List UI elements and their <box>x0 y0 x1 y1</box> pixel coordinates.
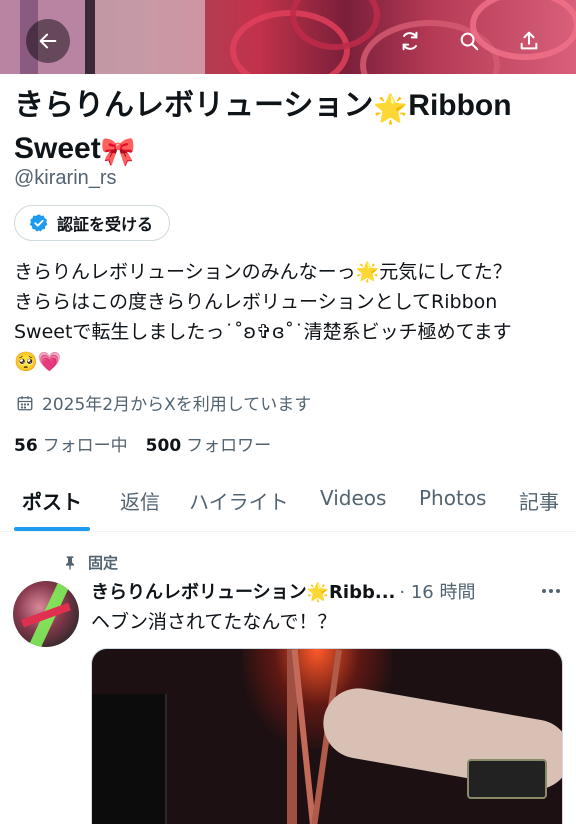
profile-handle: @kirarin_rs <box>14 167 117 189</box>
image-detail <box>467 759 547 799</box>
follow-stats: 56 フォロー中 500 フォロワー <box>14 431 271 456</box>
active-tab-indicator <box>14 527 90 531</box>
arrow-left-icon <box>39 33 57 49</box>
profile-tabs: ポスト 返信 ハイライト Videos Photos 記事 <box>0 474 576 532</box>
following-label: フォロー中 <box>42 436 128 456</box>
followers-label: フォロワー <box>186 436 272 456</box>
banner-decoration <box>95 0 205 74</box>
calendar-icon <box>17 395 33 410</box>
joined-date: 2025年2月からXを利用しています <box>16 390 311 415</box>
get-verified-button[interactable]: 認証を受ける <box>14 205 171 241</box>
search-button[interactable] <box>447 19 491 63</box>
post-image[interactable] <box>91 648 563 824</box>
profile-name-text: きらりんレボリューション <box>14 89 374 122</box>
avatar[interactable] <box>13 581 79 647</box>
tab-replies[interactable]: 返信 <box>120 486 160 515</box>
followers-link[interactable]: 500 フォロワー <box>146 431 272 456</box>
joined-date-text: 2025年2月からXを利用しています <box>42 395 312 415</box>
search-icon <box>460 32 479 51</box>
image-detail <box>92 694 167 824</box>
get-verified-label: 認証を受ける <box>57 215 154 234</box>
pin-icon <box>66 555 74 570</box>
post-text: ヘブン消されてたなんで！？ <box>91 611 337 633</box>
refresh-button[interactable] <box>388 19 432 63</box>
star-emoji: 🌟 <box>373 93 409 124</box>
share-button[interactable] <box>507 19 551 63</box>
bio-line: 🥺💗 <box>14 351 62 373</box>
pinned-indicator: 固定 <box>62 552 118 573</box>
followers-count: 500 <box>145 436 182 456</box>
post-header: きらりんレボリューション🌟Ribb... · 16 時間 <box>91 578 571 604</box>
post-timestamp[interactable]: · 16 時間 <box>399 578 475 604</box>
following-count: 56 <box>14 436 38 456</box>
following-link[interactable]: 56 フォロー中 <box>14 431 128 456</box>
profile-name: きらりんレボリューション🌟Ribbon Sweet🎀 <box>14 86 564 172</box>
tab-articles[interactable]: 記事 <box>519 486 559 515</box>
profile-bio: きらりんレボリューションのみんなーっ🌟元気にしてた？ きららはこの度きらりんレボ… <box>14 257 569 377</box>
ribbon-emoji: 🎀 <box>100 136 136 167</box>
back-button[interactable] <box>26 19 70 63</box>
tab-highlights[interactable]: ハイライト <box>189 486 289 515</box>
tab-photos[interactable]: Photos <box>419 486 486 510</box>
pinned-label: 固定 <box>88 554 119 572</box>
bio-line: きらりんレボリューションのみんなーっ🌟元気にしてた？ <box>14 261 512 283</box>
refresh-icon <box>402 31 418 51</box>
bio-line: きららはこの度きらりんレボリューションとしてRibbon <box>14 291 498 313</box>
bio-line: Sweetで転生しましたっ˙˚ʚ✞ɞ˚˙清楚系ビッチ極めてます <box>14 321 512 343</box>
tab-posts[interactable]: ポスト <box>22 486 82 515</box>
post-author[interactable]: きらりんレボリューション🌟Ribb... <box>91 578 395 604</box>
more-options-icon[interactable] <box>540 583 562 599</box>
tab-videos[interactable]: Videos <box>320 486 386 510</box>
share-icon <box>520 31 538 50</box>
verified-badge-icon <box>29 214 48 232</box>
